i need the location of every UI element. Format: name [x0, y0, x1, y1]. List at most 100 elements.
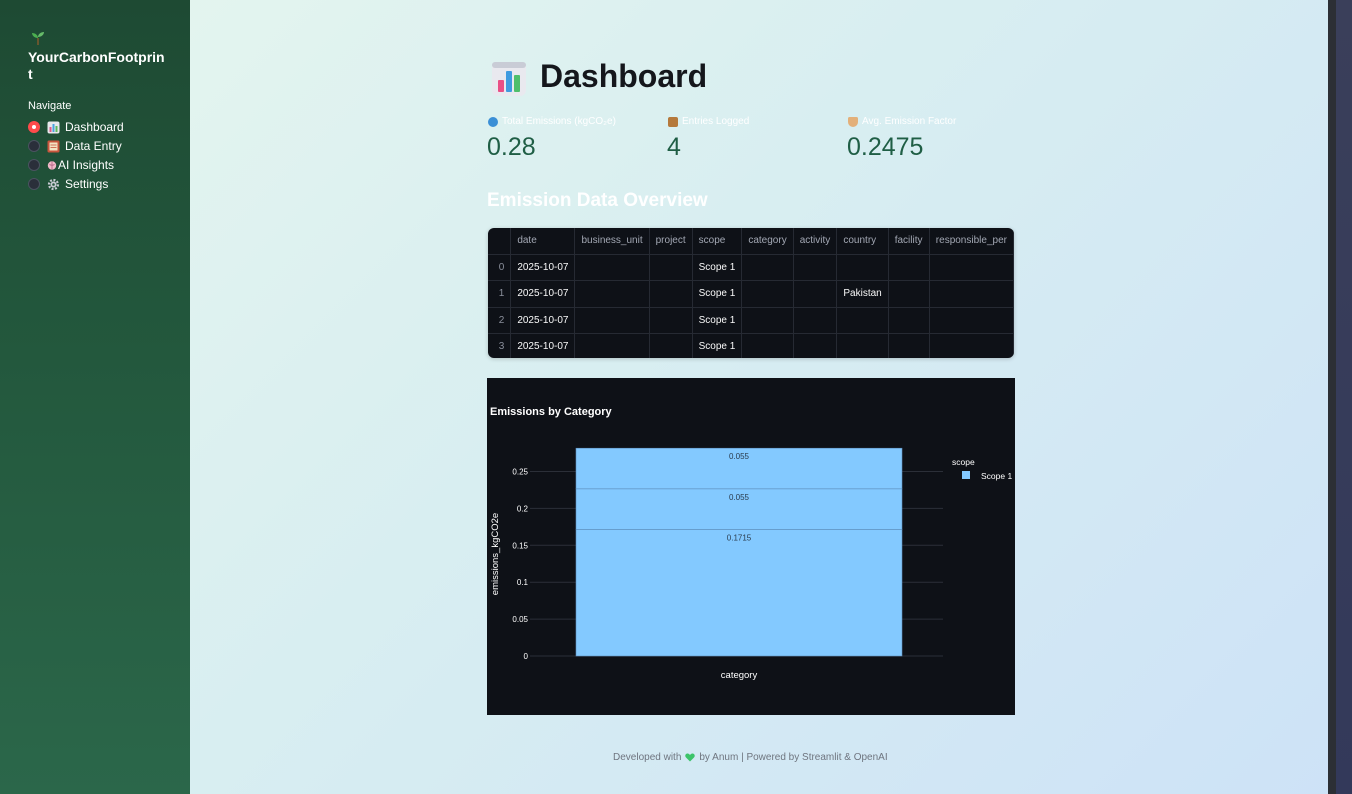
legend-item-label[interactable]: Scope 1	[981, 471, 1012, 481]
column-header[interactable]: country	[836, 228, 889, 255]
chart-bars[interactable]: 0.1715 0.055 0.055	[575, 447, 903, 657]
column-header[interactable]: project	[649, 228, 693, 255]
nav-label-data-entry: Data Entry	[65, 139, 122, 153]
table-cell[interactable]	[649, 333, 693, 358]
radio-unselected[interactable]	[28, 178, 40, 190]
metric-label-avg-factor: Avg. Emission Factor	[848, 116, 956, 127]
column-header[interactable]: facility	[888, 228, 930, 255]
column-header[interactable]: date	[510, 228, 576, 255]
metric-label-total-emissions: Total Emissions (kgCO₂e)	[488, 116, 616, 127]
table-cell[interactable]	[741, 280, 794, 308]
y-tick-label: 0	[524, 652, 529, 661]
nav-label: Navigate	[28, 100, 72, 112]
table-cell[interactable]: Scope 1	[692, 280, 743, 308]
table-cell[interactable]	[741, 333, 794, 358]
table-cell[interactable]	[888, 254, 930, 281]
data-table[interactable]: date business_unit project scope categor…	[488, 228, 1014, 358]
table-row[interactable]: 3 2025-10-07 Scope 1	[488, 333, 1014, 358]
table-cell[interactable]	[793, 333, 838, 358]
brain-icon	[47, 160, 57, 170]
table-cell[interactable]	[929, 307, 1014, 334]
notebook-icon	[47, 140, 60, 152]
chart-title: Emissions by Category	[490, 406, 613, 418]
radio-selected[interactable]	[28, 121, 40, 133]
column-header[interactable]: scope	[692, 228, 743, 255]
table-cell[interactable]	[836, 307, 889, 334]
legend-title: scope	[952, 457, 975, 467]
table-cell[interactable]	[574, 280, 650, 308]
footer-text-after: by Anum | Powered by Streamlit & OpenAI	[699, 752, 888, 763]
table-cell[interactable]	[836, 254, 889, 281]
bar-value-label: 0.1715	[727, 533, 752, 542]
table-cell[interactable]	[649, 254, 693, 281]
nav-label-dashboard: Dashboard	[65, 120, 124, 134]
table-cell[interactable]	[836, 333, 889, 358]
bar-chart-icon	[47, 121, 60, 133]
metric-value-avg-factor: 0.2475	[847, 133, 924, 161]
table-cell[interactable]: Scope 1	[692, 333, 743, 358]
chart-x-axis-label: category	[721, 670, 758, 681]
table-cell[interactable]	[649, 307, 693, 334]
nav-item-dashboard[interactable]: Dashboard	[28, 118, 124, 136]
column-header[interactable]: business_unit	[574, 228, 650, 255]
bar-value-label: 0.055	[729, 493, 750, 502]
metric-label-text: Entries Logged	[682, 116, 750, 127]
table-cell[interactable]	[888, 307, 930, 334]
window-edge	[1328, 0, 1336, 794]
table-cell[interactable]: Scope 1	[692, 307, 743, 334]
table-row[interactable]: 0 2025-10-07 Scope 1	[488, 254, 1014, 281]
y-tick-label: 0.05	[512, 615, 528, 624]
column-header[interactable]	[488, 228, 512, 255]
table-cell[interactable]	[741, 307, 794, 334]
chart-y-ticks: 0 0.05 0.1 0.15 0.2 0.25	[512, 467, 528, 661]
column-header[interactable]: responsible_per	[929, 228, 1014, 255]
row-index: 0	[488, 254, 512, 281]
page-title: Dashboard	[540, 58, 708, 94]
table-cell[interactable]: 2025-10-07	[510, 254, 576, 281]
emissions-chart[interactable]: 0.1715 0.055 0.055 0 0.05 0.1 0.15 0.2 0.25 Emi…	[487, 378, 1015, 715]
table-cell[interactable]: 2025-10-07	[510, 280, 576, 308]
row-index: 3	[488, 333, 512, 358]
table-row[interactable]: 1 2025-10-07 Scope 1 Pakistan	[488, 280, 1014, 308]
nav-label-settings: Settings	[65, 177, 109, 191]
bar-segment[interactable]	[575, 529, 903, 657]
table-cell[interactable]	[741, 254, 794, 281]
app-brand: YourCarbonFootprint	[28, 49, 165, 82]
column-header[interactable]: category	[741, 228, 794, 255]
row-index: 2	[488, 307, 512, 334]
table-cell[interactable]	[574, 333, 650, 358]
chart-svg[interactable]: 0.1715 0.055 0.055 0 0.05 0.1 0.15 0.2 0.25 Emi…	[487, 378, 1015, 715]
table-cell[interactable]	[574, 254, 650, 281]
table-cell[interactable]	[888, 280, 930, 308]
table-cell[interactable]	[649, 280, 693, 308]
legend-swatch[interactable]	[962, 471, 970, 479]
nav-item-settings[interactable]: Settings	[28, 175, 108, 193]
metric-value-entries: 4	[667, 133, 681, 161]
table-cell[interactable]: Scope 1	[692, 254, 743, 281]
bar-value-label: 0.055	[729, 452, 750, 461]
table-cell[interactable]	[793, 254, 838, 281]
metric-label-entries: Entries Logged	[668, 116, 749, 127]
table-cell[interactable]	[574, 307, 650, 334]
table-cell[interactable]	[793, 280, 838, 308]
table-cell[interactable]: 2025-10-07	[510, 307, 576, 334]
dataframe[interactable]: date business_unit project scope categor…	[488, 228, 1014, 358]
table-cell[interactable]: 2025-10-07	[510, 333, 576, 358]
section-title: Emission Data Overview	[487, 190, 708, 211]
green-heart-icon	[685, 753, 696, 762]
table-cell[interactable]: Pakistan	[836, 280, 889, 308]
radio-unselected[interactable]	[28, 140, 40, 152]
table-cell[interactable]	[929, 254, 1014, 281]
table-cell[interactable]	[929, 333, 1014, 358]
nav-label-ai-insights: AI Insights	[58, 158, 115, 172]
table-cell[interactable]	[929, 280, 1014, 308]
nav-item-data-entry[interactable]: Data Entry	[28, 137, 122, 155]
nav-item-ai-insights[interactable]: AI Insights	[28, 156, 114, 174]
column-header[interactable]: activity	[793, 228, 838, 255]
table-row[interactable]: 2 2025-10-07 Scope 1	[488, 307, 1014, 334]
gear-icon	[47, 178, 60, 190]
table-cell[interactable]	[793, 307, 838, 334]
table-cell[interactable]	[888, 333, 930, 358]
y-tick-label: 0.2	[517, 504, 529, 513]
radio-unselected[interactable]	[28, 159, 40, 171]
